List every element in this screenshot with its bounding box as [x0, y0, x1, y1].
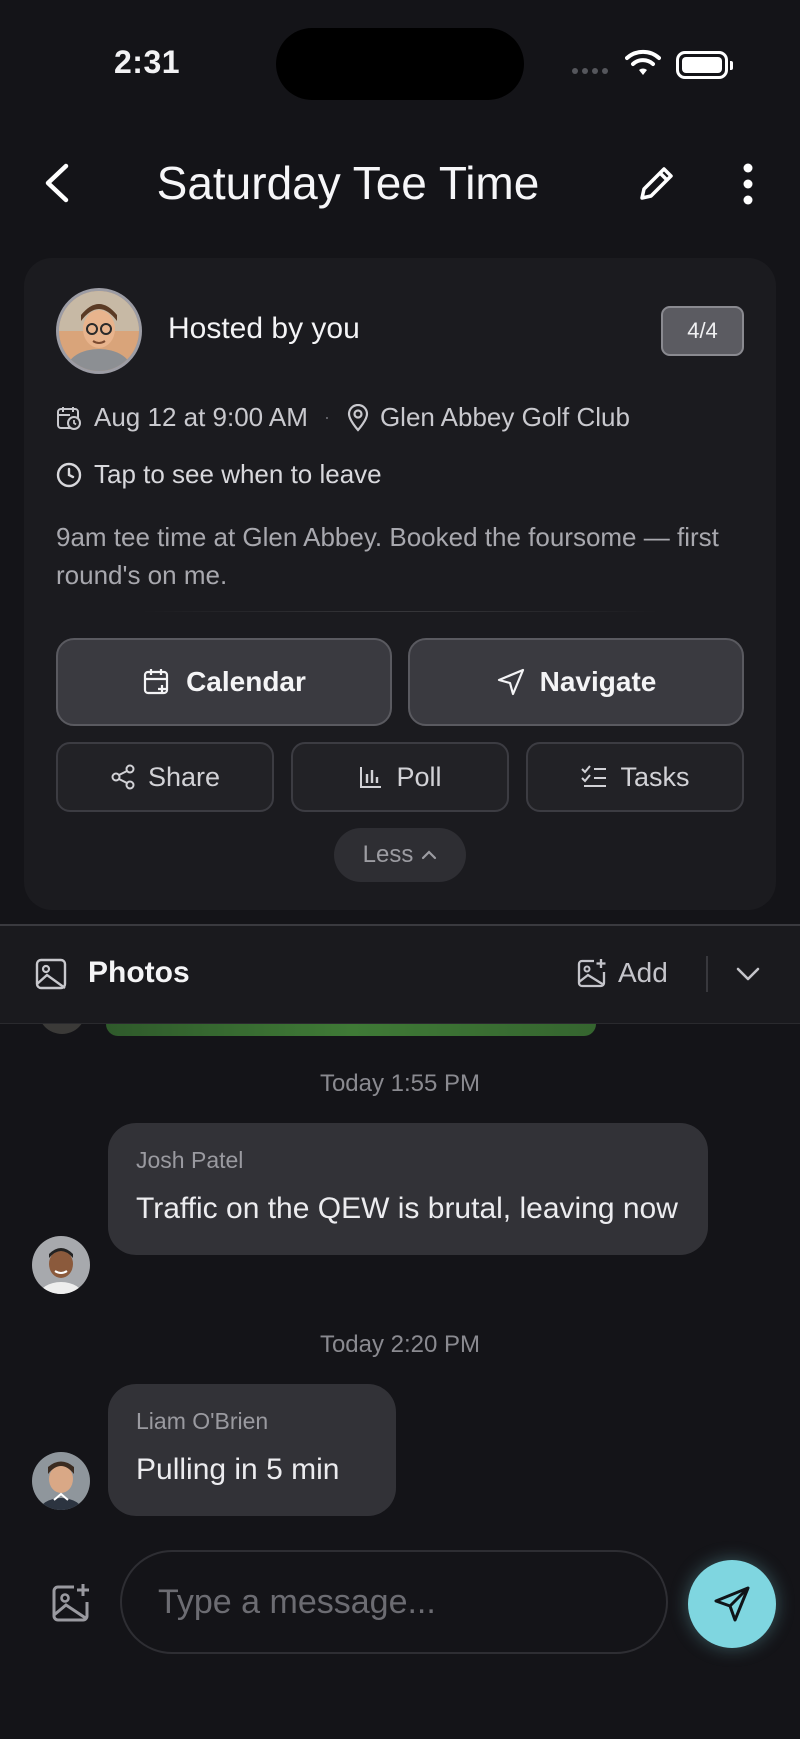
message-sender: Josh Patel	[136, 1147, 244, 1173]
calendar-button-label: Calendar	[186, 666, 306, 697]
navigate-button-label: Navigate	[539, 666, 657, 697]
event-description: 9am tee time at Glen Abbey. Booked the f…	[56, 522, 719, 590]
attendee-count-badge: 4/4	[661, 306, 744, 356]
poll-button[interactable]: Poll	[291, 742, 509, 812]
add-photo-button[interactable]: Add	[576, 957, 668, 989]
tasks-button[interactable]: Tasks	[526, 742, 744, 812]
less-toggle-button[interactable]: Less	[334, 828, 466, 882]
dynamic-island	[276, 28, 524, 100]
leave-hint-text: Tap to see when to leave	[94, 459, 382, 489]
meta-separator: ·	[323, 407, 330, 427]
message-timestamp: Today 1:55 PM	[319, 1070, 481, 1097]
wifi-icon	[625, 48, 661, 78]
less-button-label: Less	[362, 841, 414, 868]
card-divider	[140, 611, 660, 612]
message-sender: Liam O'Brien	[136, 1408, 269, 1434]
send-button[interactable]	[688, 1560, 776, 1648]
tasks-button-label: Tasks	[620, 761, 690, 792]
collapse-photos-button[interactable]	[734, 960, 762, 988]
host-avatar	[56, 288, 142, 374]
sender-avatar[interactable]	[32, 1236, 90, 1294]
message-bubble[interactable]: Liam O'Brien Pulling in 5 min	[108, 1384, 396, 1516]
clock-icon	[56, 462, 82, 488]
image-icon	[34, 957, 68, 991]
share-button[interactable]: Share	[56, 742, 274, 812]
status-time: 2:31	[114, 44, 181, 80]
navigate-button[interactable]: Navigate	[408, 638, 744, 726]
photo-message-thumbnail[interactable]	[106, 1024, 596, 1036]
sender-avatar[interactable]	[32, 1452, 90, 1510]
signal-icon	[572, 68, 608, 74]
checklist-icon	[580, 764, 608, 790]
poll-button-label: Poll	[396, 761, 442, 792]
send-icon	[714, 1586, 750, 1622]
navigation-arrow-icon	[496, 667, 526, 697]
battery-icon	[676, 51, 733, 79]
share-button-label: Share	[147, 761, 221, 792]
message-text: Pulling in 5 min	[136, 1453, 340, 1486]
leave-time-link[interactable]: Tap to see when to leave	[56, 459, 382, 490]
event-date[interactable]: Aug 12 at 9:00 AM	[94, 402, 308, 433]
vertical-divider	[706, 956, 708, 992]
message-text: Traffic on the QEW is brutal, leaving no…	[136, 1192, 678, 1225]
attach-image-button[interactable]	[50, 1582, 92, 1624]
photos-label: Photos	[88, 956, 190, 989]
add-photo-label: Add	[618, 957, 668, 988]
calendar-add-icon	[142, 667, 172, 697]
edit-button[interactable]	[632, 160, 680, 208]
bar-chart-icon	[358, 764, 384, 790]
page-title: Saturday Tee Time	[156, 157, 540, 209]
calendar-button[interactable]: Calendar	[56, 638, 392, 726]
share-icon	[110, 764, 136, 790]
calendar-clock-icon	[56, 405, 82, 431]
message-timestamp: Today 2:20 PM	[319, 1331, 481, 1358]
more-options-button[interactable]	[740, 162, 756, 206]
more-vertical-icon	[743, 163, 753, 205]
chevron-up-icon	[421, 849, 437, 861]
chevron-down-icon	[736, 967, 760, 981]
image-plus-icon	[576, 957, 608, 989]
pencil-icon	[640, 167, 673, 200]
event-location[interactable]: Glen Abbey Golf Club	[380, 402, 630, 433]
host-label: Hosted by you	[168, 312, 360, 345]
image-plus-icon	[52, 1584, 89, 1622]
message-input[interactable]	[120, 1550, 668, 1654]
message-bubble[interactable]: Josh Patel Traffic on the QEW is brutal,…	[108, 1123, 708, 1255]
event-meta-row: Aug 12 at 9:00 AM · Glen Abbey Golf Club	[56, 402, 630, 433]
map-pin-icon	[346, 403, 370, 432]
